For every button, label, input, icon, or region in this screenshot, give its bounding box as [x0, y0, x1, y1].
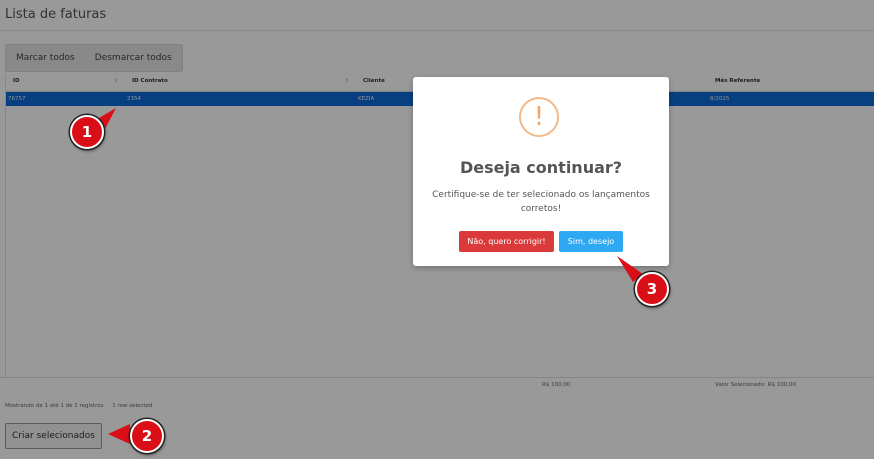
step-badge-1: 1 [70, 115, 104, 149]
step-badge-2: 2 [130, 419, 164, 453]
arrow-step2 [108, 424, 130, 444]
annotation-arrows [99, 108, 643, 444]
step-badge-3: 3 [635, 272, 669, 306]
